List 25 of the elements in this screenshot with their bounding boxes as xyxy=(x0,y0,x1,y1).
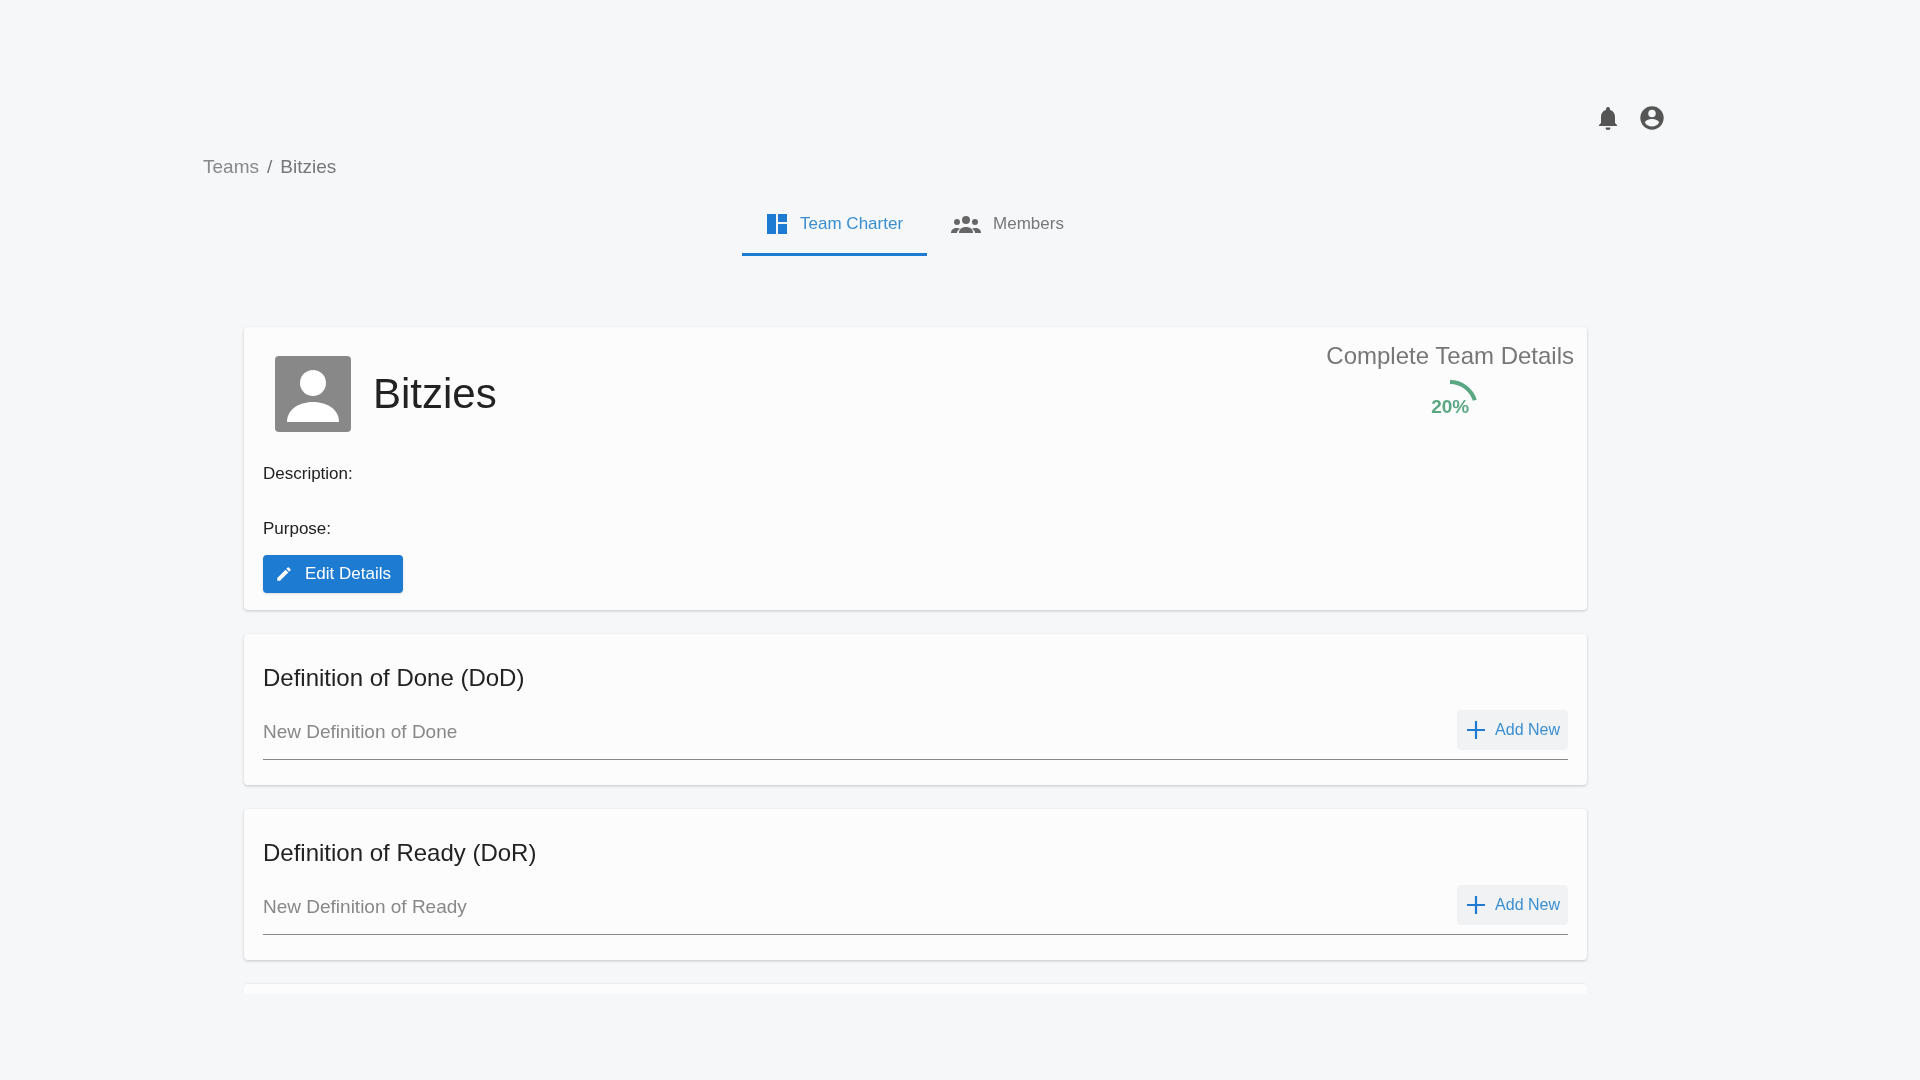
breadcrumb-separator: / xyxy=(266,155,273,179)
progress-percentage: 20% xyxy=(1430,395,1471,420)
breadcrumb-link[interactable]: Bitzies xyxy=(280,153,337,182)
avatar-placeholder-icon xyxy=(275,355,351,432)
plus-icon xyxy=(1465,718,1488,741)
edit-details-button[interactable]: Edit Details xyxy=(263,554,403,593)
pencil-icon xyxy=(275,564,293,583)
bell-icon[interactable] xyxy=(1598,106,1618,130)
section-title: Definition of Done (DoD) xyxy=(263,662,526,693)
tab[interactable]: Members xyxy=(927,195,1088,256)
account-icon[interactable] xyxy=(1638,104,1666,132)
section-title: Definition of Ready (DoR) xyxy=(263,837,538,868)
field-label: Description: xyxy=(263,462,354,485)
plus-icon xyxy=(1465,893,1488,916)
text-input-field[interactable]: New Definition of Done Add New xyxy=(263,703,1568,760)
add-new-button[interactable]: Add New xyxy=(1457,709,1568,750)
team-name: Bitzies xyxy=(373,369,497,419)
tab[interactable]: Team Charter xyxy=(742,195,928,256)
text-input-field[interactable]: New Definition of Ready Add New xyxy=(263,878,1568,935)
breadcrumb-link[interactable]: Teams xyxy=(203,153,259,182)
progress-title: Complete Team Details xyxy=(1326,340,1574,371)
people-icon xyxy=(951,215,982,233)
add-new-button[interactable]: Add New xyxy=(1457,884,1568,925)
dashboard-icon xyxy=(766,213,789,235)
field-label: Purpose: xyxy=(263,518,333,540)
